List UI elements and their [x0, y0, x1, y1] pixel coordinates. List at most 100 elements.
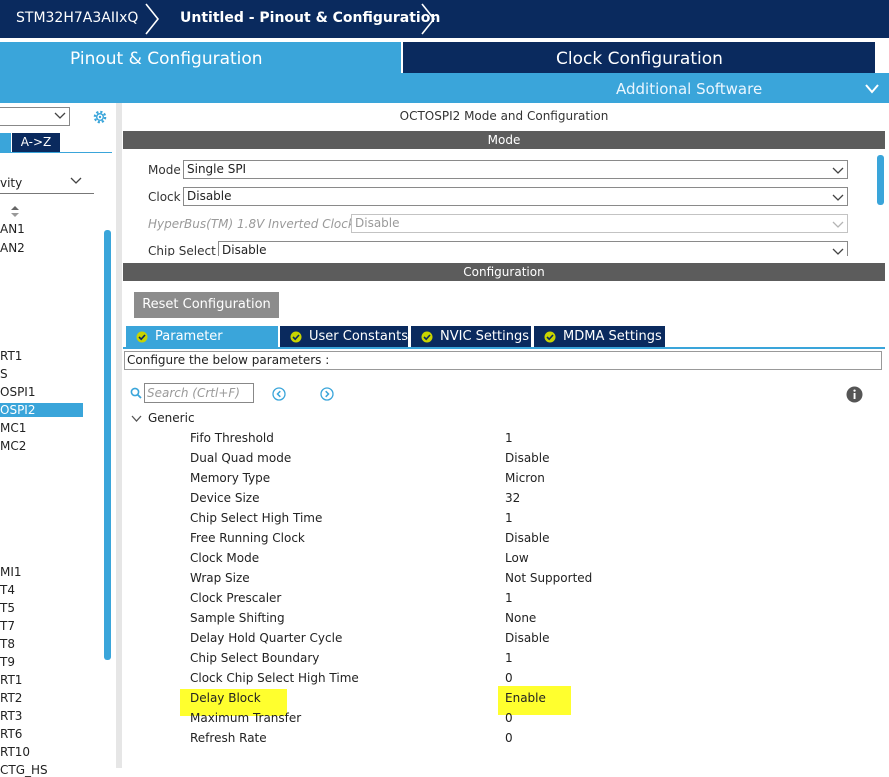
- parameter-value[interactable]: 32: [505, 491, 520, 505]
- sidebar-item-t7[interactable]: T7: [0, 619, 15, 633]
- clock-select[interactable]: Disable: [183, 187, 848, 206]
- mode-rows: Mode Single SPI Clock Disable HyperBus(T…: [123, 153, 875, 256]
- search-previous-button[interactable]: [272, 387, 286, 401]
- mode-select-value: Single SPI: [187, 162, 247, 176]
- sidebar-item-mi1[interactable]: MI1: [0, 565, 22, 579]
- breadcrumb-project[interactable]: Untitled - Pinout & Configuration: [180, 10, 440, 26]
- parameter-name[interactable]: Delay Hold Quarter Cycle: [190, 631, 342, 645]
- parameter-name[interactable]: Chip Select High Time: [190, 511, 322, 525]
- parameter-value[interactable]: 0: [505, 671, 513, 685]
- sidebar-item-mc2[interactable]: MC2: [0, 439, 26, 453]
- group-generic[interactable]: Generic: [148, 411, 195, 425]
- parameter-name[interactable]: Free Running Clock: [190, 531, 305, 545]
- configuration-header-bar: Configuration: [123, 263, 885, 281]
- parameter-name[interactable]: Device Size: [190, 491, 260, 505]
- chip-select-label: Chip Select: [148, 244, 216, 256]
- divider: [0, 152, 112, 153]
- search-icon: [130, 387, 142, 399]
- parameter-value[interactable]: None: [505, 611, 536, 625]
- parameter-value[interactable]: 1: [505, 431, 513, 445]
- parameter-value[interactable]: 0: [505, 711, 513, 725]
- additional-software-button[interactable]: Additional Software: [616, 80, 762, 98]
- chip-select-value: Disable: [222, 243, 267, 256]
- sidebar-item-t4[interactable]: T4: [0, 583, 15, 597]
- tab-mdma-settings[interactable]: MDMA Settings: [534, 326, 665, 347]
- clock-select-value: Disable: [187, 189, 232, 203]
- chevron-down-icon: [832, 194, 844, 201]
- divider: [0, 193, 94, 194]
- parameter-value[interactable]: 1: [505, 511, 513, 525]
- parameter-name[interactable]: Maximum Transfer: [190, 711, 301, 725]
- parameter-name[interactable]: Delay Block: [190, 691, 261, 705]
- parameter-value[interactable]: Disable: [505, 531, 550, 545]
- sidebar-item-rt2[interactable]: RT2: [0, 691, 22, 705]
- parameter-value[interactable]: Disable: [505, 451, 550, 465]
- breadcrumb-chevron-icon: [418, 2, 438, 36]
- sidebar-item-t8[interactable]: T8: [0, 637, 15, 651]
- parameter-name[interactable]: Wrap Size: [190, 571, 250, 585]
- sidebar-item-rt10[interactable]: RT10: [0, 745, 30, 759]
- parameter-name[interactable]: Sample Shifting: [190, 611, 285, 625]
- search-input[interactable]: [144, 383, 254, 403]
- mode-header-bar: Mode: [123, 131, 885, 149]
- sidebar-item-rt1[interactable]: RT1: [0, 349, 22, 363]
- sidebar-item-t5[interactable]: T5: [0, 601, 15, 615]
- sidebar-item-an1[interactable]: AN1: [0, 222, 25, 236]
- parameter-value[interactable]: Enable: [505, 691, 546, 705]
- info-icon[interactable]: [846, 386, 863, 403]
- tab-user-constants[interactable]: User Constants: [280, 326, 408, 347]
- chevron-down-icon[interactable]: [131, 414, 142, 423]
- tab-clock-label: Clock Configuration: [556, 49, 723, 69]
- sort-icon[interactable]: [10, 205, 20, 217]
- gear-icon[interactable]: [91, 108, 109, 126]
- tab-nvic-settings[interactable]: NVIC Settings: [411, 326, 531, 347]
- parameter-name[interactable]: Clock Chip Select High Time: [190, 671, 359, 685]
- sidebar-item-ospi2[interactable]: OSPI2: [0, 403, 83, 417]
- sidebar-item-an2[interactable]: AN2: [0, 241, 25, 255]
- activity-filter-label[interactable]: vity: [0, 176, 22, 190]
- sidebar-item-rt1[interactable]: RT1: [0, 673, 22, 687]
- sidebar-item-s[interactable]: S: [0, 367, 8, 381]
- parameter-hint: Configure the below parameters :: [124, 351, 882, 370]
- parameter-name[interactable]: Memory Type: [190, 471, 270, 485]
- parameter-name[interactable]: Refresh Rate: [190, 731, 267, 745]
- tab-a-z[interactable]: A->Z: [12, 133, 60, 152]
- parameter-value[interactable]: Not Supported: [505, 571, 592, 585]
- sidebar-splitter[interactable]: [116, 103, 122, 768]
- sidebar-item-ctg-hs[interactable]: CTG_HS: [0, 763, 48, 777]
- chevron-down-icon[interactable]: [70, 176, 82, 186]
- tab-parameter-settings[interactable]: Parameter Settings: [126, 326, 278, 365]
- sidebar-item-rt3[interactable]: RT3: [0, 709, 22, 723]
- parameter-name[interactable]: Clock Prescaler: [190, 591, 281, 605]
- parameter-value[interactable]: Disable: [505, 631, 550, 645]
- mode-config-title: OCTOSPI2 Mode and Configuration: [399, 109, 609, 123]
- mode-label: Mode: [148, 163, 181, 177]
- tab-categories[interactable]: [0, 133, 11, 152]
- sidebar-item-ospi1[interactable]: OSPI1: [0, 385, 35, 399]
- parameter-value[interactable]: Low: [505, 551, 529, 565]
- parameter-name[interactable]: Chip Select Boundary: [190, 651, 319, 665]
- search-next-button[interactable]: [320, 387, 334, 401]
- sidebar-item-mc1[interactable]: MC1: [0, 421, 26, 435]
- reset-configuration-button[interactable]: Reset Configuration: [134, 292, 279, 318]
- parameter-value[interactable]: 1: [505, 651, 513, 665]
- parameter-name[interactable]: Dual Quad mode: [190, 451, 291, 465]
- chevron-down-icon[interactable]: [54, 111, 66, 121]
- chevron-down-icon[interactable]: [864, 82, 880, 96]
- parameter-name[interactable]: Fifo Threshold: [190, 431, 274, 445]
- hyperbus-select: Disable: [351, 214, 848, 233]
- chevron-down-icon: [832, 248, 844, 255]
- sidebar-scrollbar[interactable]: [104, 230, 111, 660]
- parameter-value[interactable]: Micron: [505, 471, 545, 485]
- parameter-value[interactable]: 1: [505, 591, 513, 605]
- breadcrumb-mcu[interactable]: STM32H7A3AIIxQ: [16, 10, 138, 26]
- chip-select-select[interactable]: Disable: [218, 241, 848, 256]
- chevron-down-icon: [832, 221, 844, 228]
- sidebar-item-t9[interactable]: T9: [0, 655, 15, 669]
- parameter-value[interactable]: 0: [505, 731, 513, 745]
- mode-select[interactable]: Single SPI: [183, 160, 848, 179]
- parameter-name[interactable]: Clock Mode: [190, 551, 259, 565]
- sidebar-panel: [0, 103, 116, 768]
- sidebar-item-rt6[interactable]: RT6: [0, 727, 22, 741]
- mode-scrollbar[interactable]: [877, 155, 884, 205]
